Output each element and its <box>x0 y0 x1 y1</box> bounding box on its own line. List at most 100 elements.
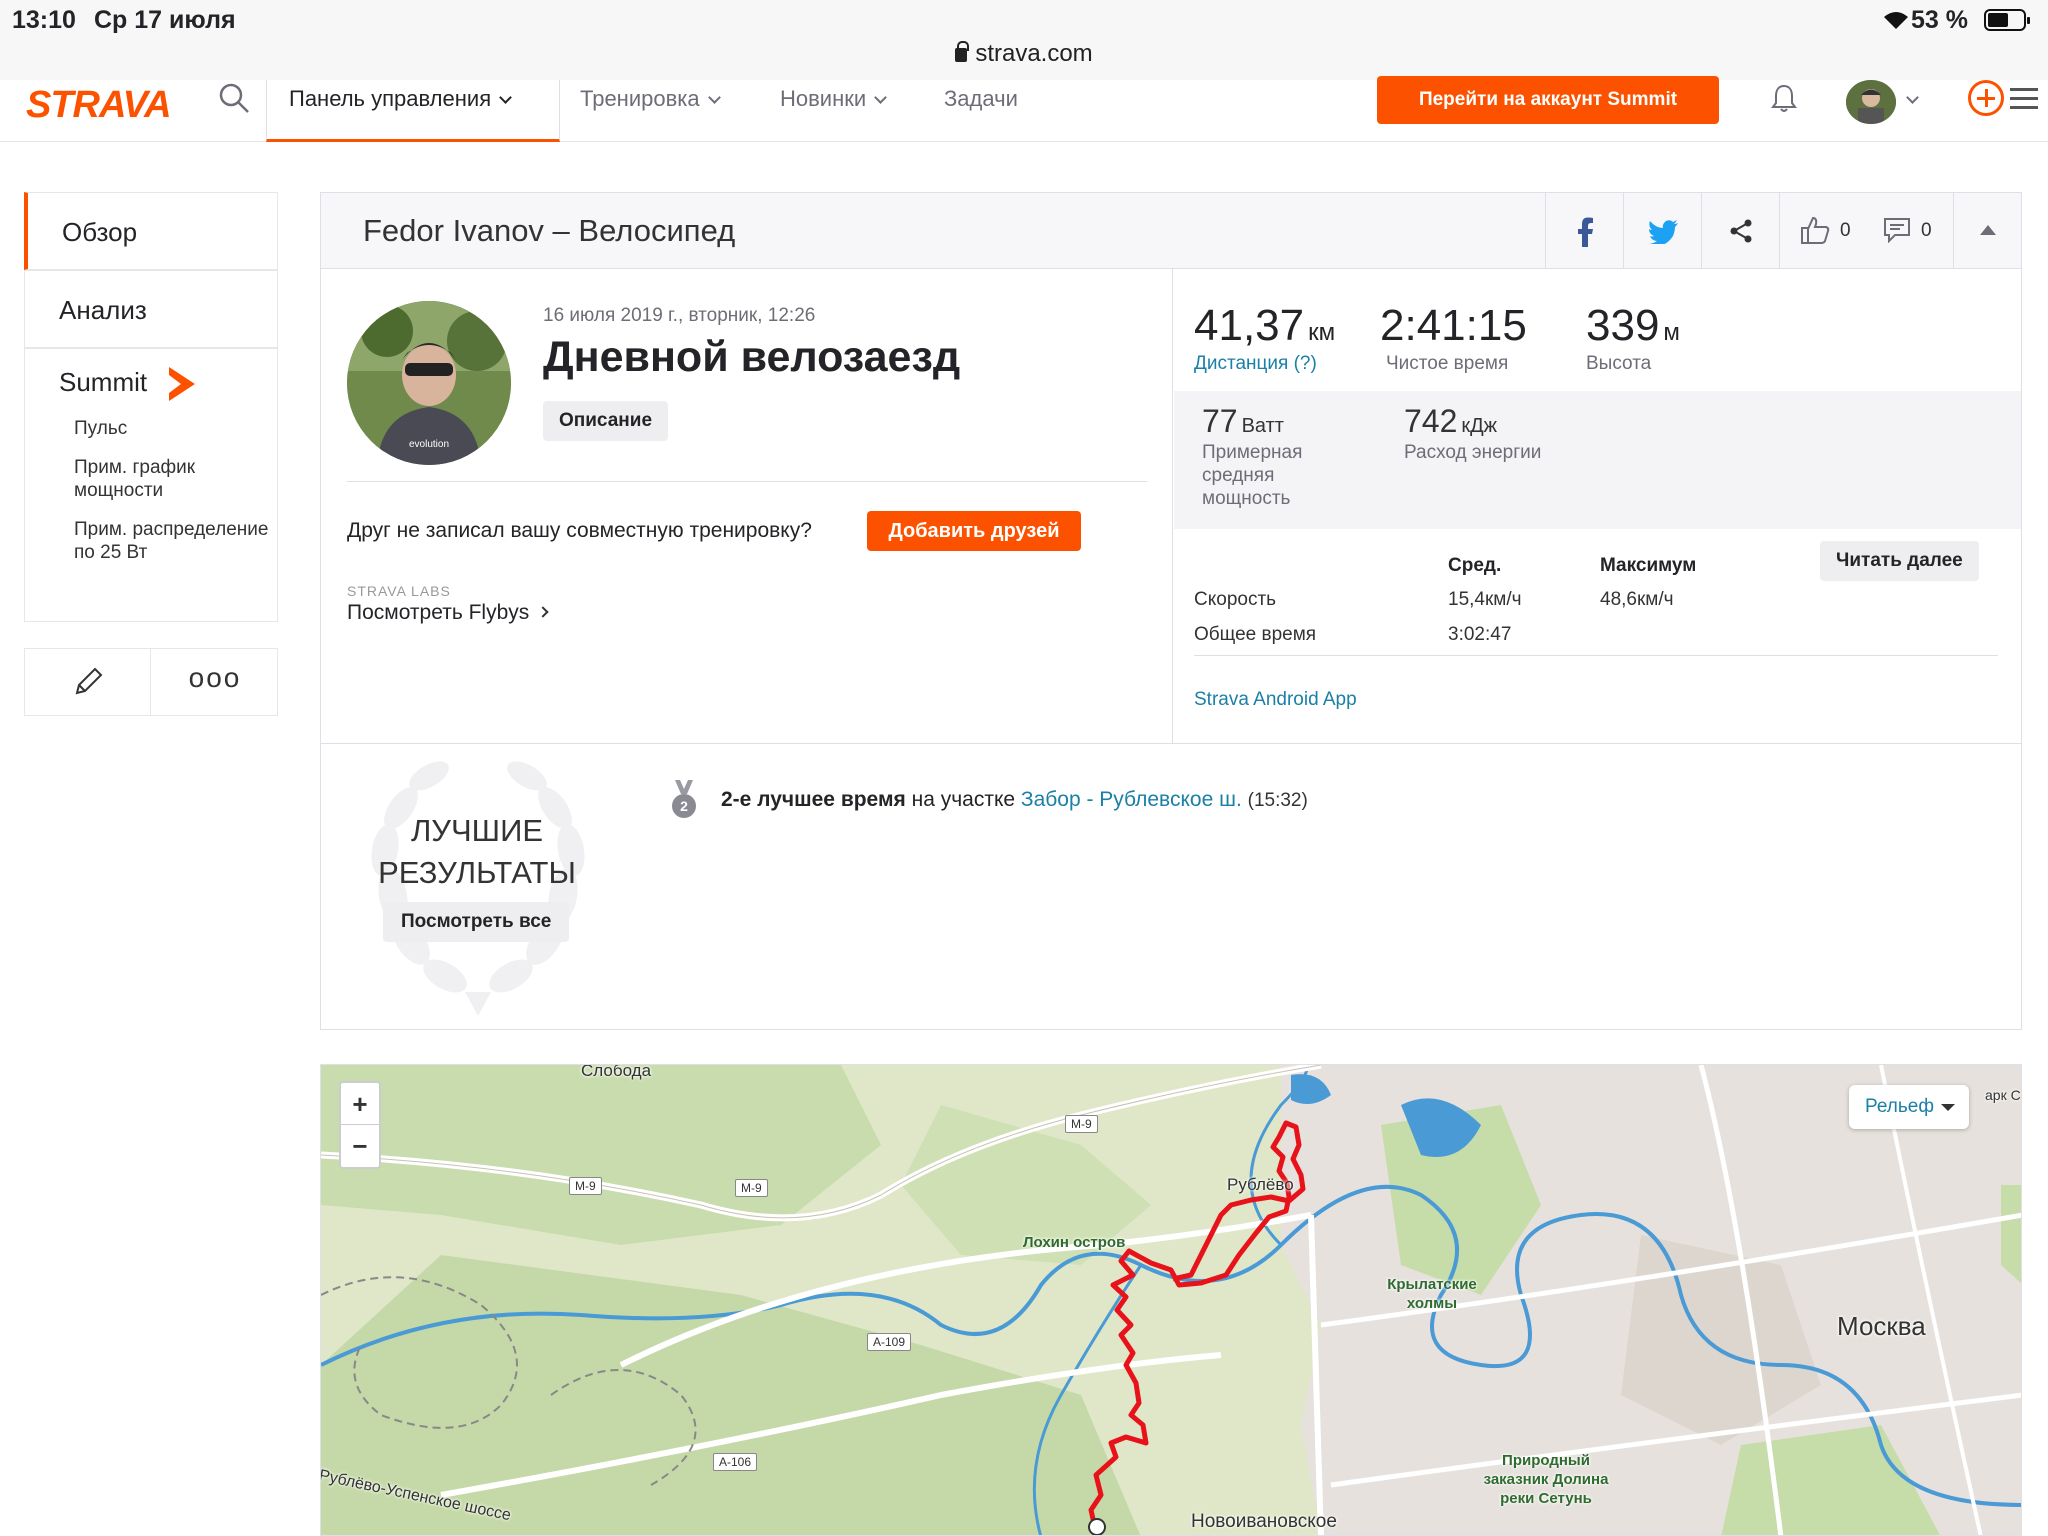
description-button[interactable]: Описание <box>543 401 669 441</box>
wifi-icon <box>1884 12 1908 29</box>
twitter-icon <box>1648 220 1678 244</box>
summit-chevron-icon <box>169 367 196 402</box>
moving-time-label: Чистое время <box>1386 353 1509 374</box>
distance-label[interactable]: Дистанция (?) <box>1194 353 1317 375</box>
comments-button[interactable]: 0 <box>1867 193 1953 268</box>
edit-button[interactable] <box>25 649 151 715</box>
tab-challenges-label: Задачи <box>944 86 1018 111</box>
read-more-button[interactable]: Читать далее <box>1820 541 1979 581</box>
achievements-section: ЛУЧШИЕ РЕЗУЛЬТАТЫ Посмотреть все 2 2-е лу… <box>321 743 2021 1029</box>
menu-icon[interactable] <box>2010 88 2038 115</box>
more-options-button[interactable]: ooo <box>152 649 278 715</box>
device-link[interactable]: Strava Android App <box>1194 689 1357 711</box>
sidebar-link-heartrate[interactable]: Пульс <box>74 417 277 440</box>
chevron-down-icon <box>874 91 888 104</box>
silver-medal-icon: 2 <box>672 780 696 818</box>
collapse-button[interactable] <box>1953 193 2021 268</box>
share-icon <box>1730 219 1752 243</box>
status-date: Ср 17 июля <box>94 6 236 34</box>
user-avatar[interactable] <box>1846 80 1896 124</box>
map-tiles <box>321 1065 2021 1535</box>
stat-distance: 41,37 км <box>1194 301 1335 351</box>
ios-status-bar: 13:10 Ср 17 июля 53 % strava.com <box>0 0 2048 80</box>
strava-logo[interactable]: STRAVA <box>26 84 172 127</box>
share-facebook-button[interactable] <box>1545 193 1623 268</box>
distance-value: 41,37 <box>1194 301 1305 350</box>
share-twitter-button[interactable] <box>1623 193 1701 268</box>
caret-up-icon <box>1980 225 1996 235</box>
tab-training-label: Тренировка <box>580 86 700 111</box>
chevron-right-icon <box>537 606 549 618</box>
zoom-out-button[interactable]: − <box>341 1125 379 1167</box>
map-label-moskva: Москва <box>1837 1311 1926 1341</box>
moving-time-value: 2:41:15 <box>1380 301 1527 350</box>
address-bar[interactable]: strava.com <box>0 40 2048 68</box>
go-summit-button[interactable]: Перейти на аккаунт Summit <box>1377 76 1719 124</box>
zoom-in-button[interactable]: + <box>341 1083 379 1125</box>
bell-icon[interactable] <box>1768 82 1800 114</box>
comments-count: 0 <box>1921 220 1932 241</box>
tab-training[interactable]: Тренировка <box>580 80 721 142</box>
activity-date: 16 июля 2019 г., вторник, 12:26 <box>543 305 816 326</box>
energy-value: 742 <box>1404 403 1458 439</box>
achievement-item: 2-е лучшее время на участке Забор - Рубл… <box>721 788 1308 812</box>
sidebar-summit-section: Summit Пульс Прим. график мощности Прим.… <box>24 348 278 622</box>
secondary-stats: 77 Ватт Примерная средняя мощность 742 кДж… <box>1174 391 2021 529</box>
friend-prompt: Друг не записал вашу совместную трениров… <box>347 519 812 542</box>
chevron-down-icon[interactable] <box>1906 86 1919 112</box>
row-speed-avg: 15,4км/ч <box>1448 589 1522 610</box>
activity-summary: evolution 16 июля 2019 г., вторник, 12:2… <box>321 269 1173 743</box>
sidebar-link-power-distribution[interactable]: Прим. распределение по 25 Вт <box>74 518 277 564</box>
battery-icon <box>1984 9 2030 31</box>
search-icon[interactable] <box>218 82 250 114</box>
row-elapsed-label: Общее время <box>1194 624 1317 645</box>
strava-labs-label: STRAVA LABS <box>347 583 451 599</box>
sidebar-item-overview[interactable]: Обзор <box>24 192 278 270</box>
best-results-line1: ЛУЧШИЕ <box>410 813 544 848</box>
map-type-dropdown[interactable]: Рельеф <box>1849 1085 1969 1129</box>
column-max: Максимум <box>1600 555 1697 576</box>
kudos-button[interactable]: 0 <box>1779 193 1867 268</box>
chevron-down-icon <box>499 91 512 104</box>
view-all-achievements-button[interactable]: Посмотреть все <box>383 902 570 942</box>
energy-unit: кДж <box>1461 415 1498 437</box>
sidebar-item-analysis[interactable]: Анализ <box>24 270 278 348</box>
sidebar-item-summit[interactable]: Summit <box>59 367 277 402</box>
add-activity-plus-icon[interactable] <box>1968 80 2004 116</box>
facebook-icon <box>1578 217 1593 247</box>
map-label-lokhin: Лохин остров <box>1023 1234 1126 1251</box>
athlete-avatar[interactable]: evolution <box>347 301 511 465</box>
map-label-park: арк С <box>1985 1087 2021 1103</box>
top-navigation: STRAVA Панель управления Тренировка Нови… <box>0 76 2048 142</box>
segment-link[interactable]: Забор - Рублевское ш. <box>1021 788 1242 811</box>
lock-icon <box>955 41 970 62</box>
segment-time: (15:32) <box>1247 790 1308 811</box>
share-button[interactable] <box>1701 193 1779 268</box>
elevation-value: 339 <box>1586 301 1660 350</box>
add-friends-button[interactable]: Добавить друзей <box>867 511 1081 551</box>
tab-news[interactable]: Новинки <box>780 80 888 142</box>
road-badge: А-109 <box>867 1333 912 1351</box>
tab-dashboard[interactable]: Панель управления <box>266 80 560 142</box>
power-unit: Ватт <box>1241 415 1284 437</box>
activity-name: Дневной велозаезд <box>543 333 961 381</box>
energy-stat: 742 кДж <box>1404 403 1497 440</box>
comment-icon <box>1884 218 1910 243</box>
distance-unit: км <box>1308 319 1336 346</box>
map-label-sloboda: Слобода <box>581 1064 652 1080</box>
tab-challenges[interactable]: Задачи <box>944 80 1018 142</box>
energy-label: Расход энергии <box>1404 442 1542 463</box>
achievement-rank-text: 2-е лучшее время <box>721 788 906 811</box>
sidebar-link-power-curve[interactable]: Прим. график мощности <box>74 456 277 502</box>
road-badge: А-106 <box>713 1453 758 1471</box>
activity-map[interactable]: + − Рельеф Слобода Рублёво Лохин остров … <box>320 1064 2022 1536</box>
caret-down-icon <box>1941 1104 1955 1111</box>
road-badge: М-9 <box>735 1179 768 1197</box>
row-speed-label: Скорость <box>1194 589 1277 610</box>
chevron-down-icon <box>707 91 721 104</box>
elevation-unit: м <box>1663 319 1680 346</box>
road-badge: М-9 <box>1065 1115 1098 1133</box>
medal-rank: 2 <box>680 798 688 814</box>
row-elapsed-avg: 3:02:47 <box>1448 624 1512 645</box>
flybys-link[interactable]: Посмотреть Flybys <box>347 601 549 625</box>
